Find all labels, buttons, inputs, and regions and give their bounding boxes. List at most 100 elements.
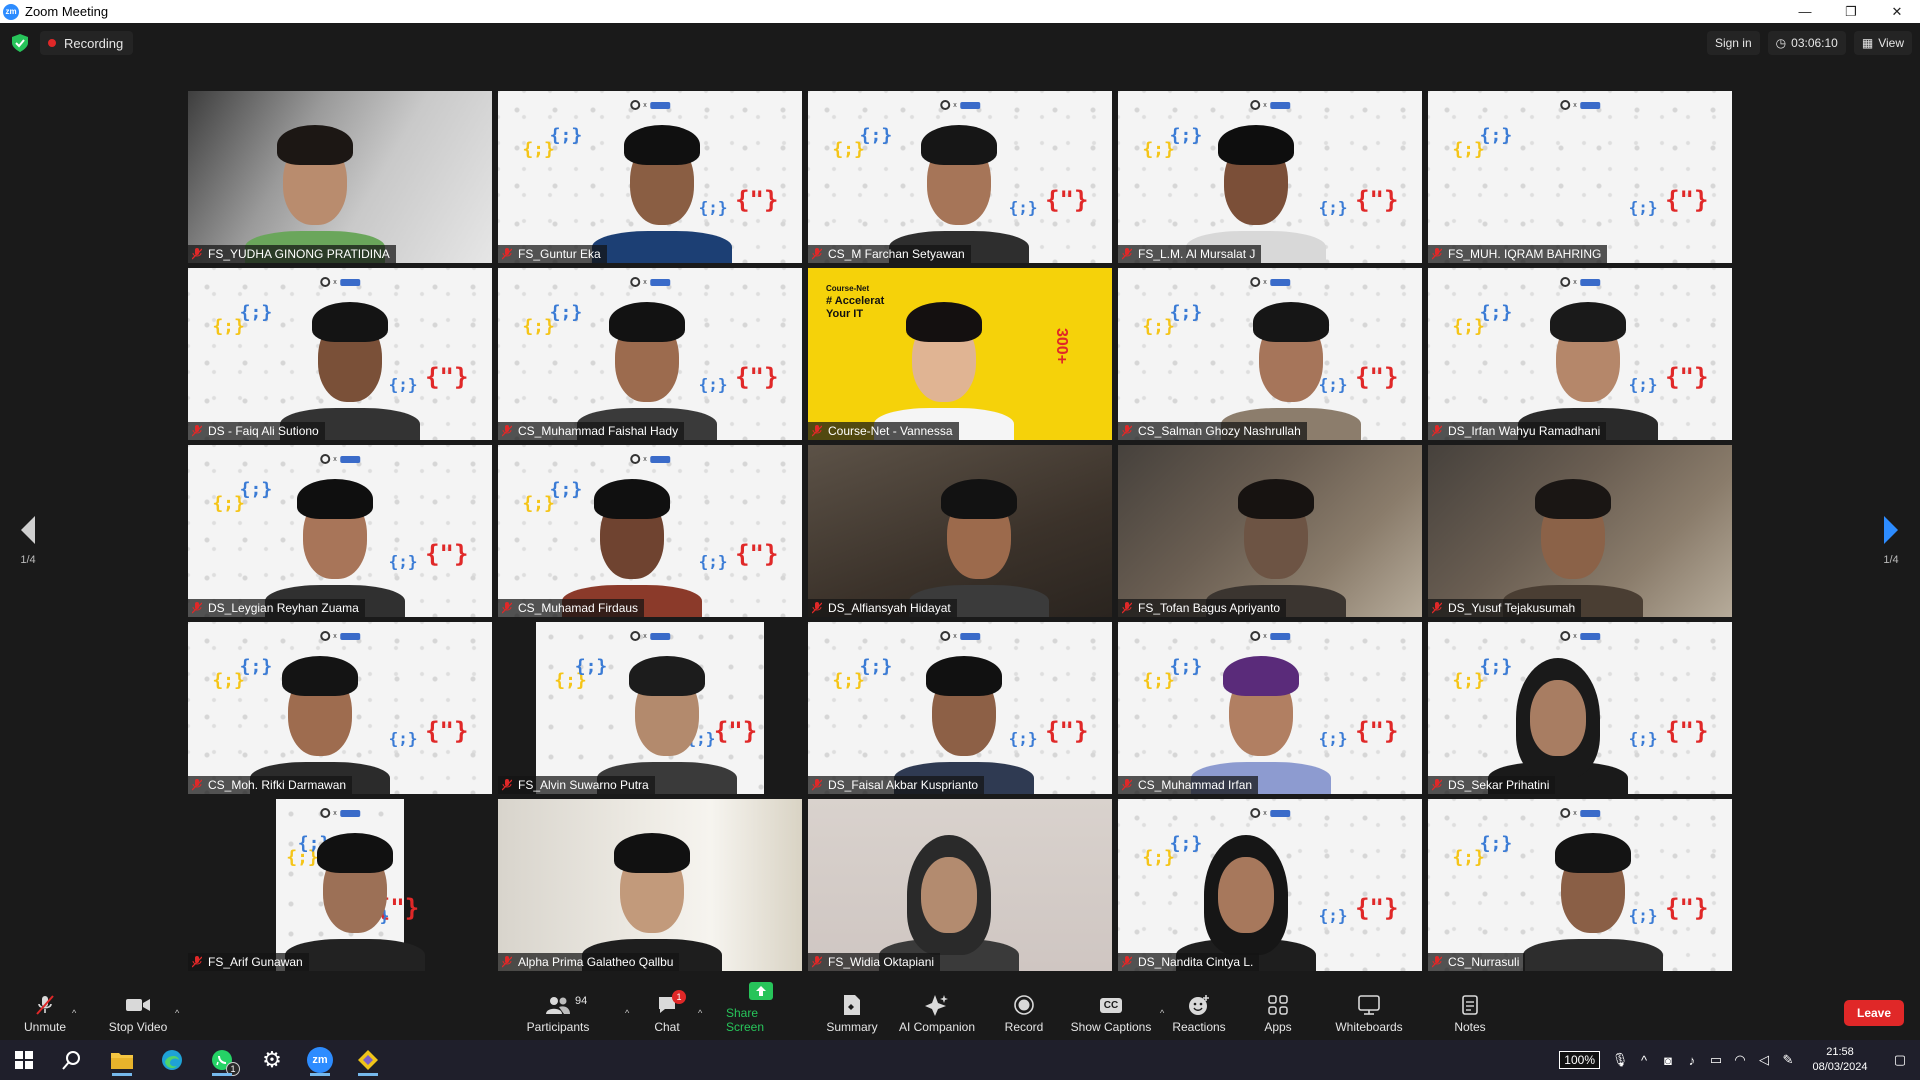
chat-icon: 1 ^ bbox=[654, 990, 702, 1018]
microphone-tray-icon[interactable]: 🎙 bbox=[1608, 1048, 1632, 1072]
whiteboards-button[interactable]: Whiteboards bbox=[1334, 982, 1404, 1040]
sign-in-button[interactable]: Sign in bbox=[1706, 31, 1760, 55]
previous-page-button[interactable]: 1/4 bbox=[13, 516, 43, 566]
summary-button[interactable]: Summary bbox=[826, 982, 878, 1040]
participant-tile[interactable]: x {;} {;} {"} {;} CS_Moh. Rifki Darmawan bbox=[188, 622, 492, 794]
zoom-app-icon: zm bbox=[3, 3, 19, 20]
participants-options-chevron-icon[interactable]: ^ bbox=[625, 1008, 629, 1018]
chat-button[interactable]: 1 ^ Chat bbox=[652, 982, 702, 1040]
search-icon[interactable] bbox=[52, 1044, 92, 1076]
apps-button[interactable]: Apps bbox=[1262, 982, 1294, 1040]
participant-name-label: DS_Nandita Cintya L. bbox=[1118, 953, 1260, 971]
notes-label: Notes bbox=[1454, 1020, 1486, 1034]
participant-tile[interactable]: x {;} {;} {"} {;} CS_Muhamad Firdaus bbox=[498, 445, 802, 617]
stop-video-button[interactable]: ^ Stop Video bbox=[106, 982, 179, 1040]
git-app-icon[interactable] bbox=[348, 1044, 388, 1076]
camera-tray-icon[interactable]: ◙ bbox=[1656, 1048, 1680, 1072]
video-camera-icon: ^ bbox=[125, 994, 179, 1018]
windows-start-icon[interactable] bbox=[4, 1044, 44, 1076]
participants-label: Participants bbox=[526, 1020, 590, 1034]
participant-tile[interactable]: x {;} {;} {"} {;} CS_Nurrasuli bbox=[1428, 799, 1732, 971]
chat-options-chevron-icon[interactable]: ^ bbox=[698, 1008, 702, 1018]
share-screen-label: Share Screen bbox=[726, 1006, 765, 1034]
leave-button[interactable]: Leave bbox=[1844, 1000, 1904, 1026]
settings-gear-icon[interactable]: ⚙ bbox=[252, 1044, 292, 1076]
windows-taskbar: 1 ⚙ zm 100% 🎙 ^ ◙ ♪ ▭ ◠ ◁ ✎ 21:58 08/03/… bbox=[0, 1040, 1920, 1080]
share-screen-button[interactable]: Share Screen bbox=[726, 982, 796, 1040]
reactions-button[interactable]: Reactions bbox=[1172, 982, 1226, 1040]
participants-button[interactable]: 94 ^ Participants bbox=[526, 982, 630, 1040]
participants-count: 94 bbox=[575, 995, 588, 1007]
recording-label: Recording bbox=[64, 35, 124, 51]
participant-name: DS_Nandita Cintya L. bbox=[1138, 955, 1254, 969]
battery-icon[interactable]: ▭ bbox=[1704, 1048, 1728, 1072]
participant-tile[interactable]: x {;} {;} {"} {;} CS_M Farchan Setyawan bbox=[808, 91, 1112, 263]
participant-tile[interactable]: x {;} {;} {"} {;} CS_Muhammad Irfan bbox=[1118, 622, 1422, 794]
participants-icon: 94 ^ bbox=[545, 994, 629, 1018]
unmute-button[interactable]: ^ Unmute bbox=[20, 982, 76, 1040]
next-page-button[interactable]: 1/4 bbox=[1876, 516, 1906, 566]
participant-name: CS_Muhammad Faishal Hady bbox=[518, 424, 679, 438]
participant-tile[interactable]: x {;} {;} {"} {;} DS_Irfan Wahyu Ramadhani bbox=[1428, 268, 1732, 440]
participant-tile[interactable]: FS_Widia Oktapiani bbox=[808, 799, 1112, 971]
participant-tile[interactable]: x{;}{;}{"}{;}FS_Arif Gunawan bbox=[188, 799, 492, 971]
notification-icon[interactable]: ▢ bbox=[1880, 1048, 1920, 1072]
edge-browser-icon[interactable] bbox=[152, 1044, 192, 1076]
participant-name-label: FS_L.M. Al Mursalat J bbox=[1118, 245, 1262, 263]
participant-tile[interactable]: x {;} {;} {"} {;} DS_Sekar Prihatini bbox=[1428, 622, 1732, 794]
participant-tile[interactable]: x {;} {;} {"} {;} FS_L.M. Al Mursalat J bbox=[1118, 91, 1422, 263]
whiteboards-label: Whiteboards bbox=[1335, 1020, 1403, 1034]
participant-tile[interactable]: FS_Tofan Bagus Apriyanto bbox=[1118, 445, 1422, 617]
participant-name-label: DS - Faiq Ali Sutiono bbox=[188, 422, 325, 440]
meeting-toolbar: ^ Unmute ^ Stop Video 94 ^ Participants … bbox=[0, 982, 1920, 1040]
unmute-options-chevron-icon[interactable]: ^ bbox=[72, 1008, 76, 1018]
show-captions-button[interactable]: CC ^ Show Captions bbox=[1070, 982, 1164, 1040]
muted-mic-icon bbox=[502, 248, 512, 260]
zoom-percent-indicator[interactable]: 100% bbox=[1559, 1051, 1600, 1069]
volume-icon[interactable]: ◁ bbox=[1752, 1048, 1776, 1072]
participant-tile[interactable]: x {;} {;} {"} {;} DS_Nandita Cintya L. bbox=[1118, 799, 1422, 971]
clock-icon: ◷ bbox=[1775, 36, 1787, 50]
captions-options-chevron-icon[interactable]: ^ bbox=[1160, 1008, 1164, 1018]
minimize-button[interactable]: — bbox=[1782, 0, 1828, 23]
video-options-chevron-icon[interactable]: ^ bbox=[175, 1008, 179, 1018]
notes-button[interactable]: Notes bbox=[1452, 982, 1488, 1040]
participant-name-label: DS_Alfiansyah Hidayat bbox=[808, 599, 957, 617]
participant-tile[interactable]: Alpha Prima Galatheo Qallbu bbox=[498, 799, 802, 971]
pen-icon[interactable]: ✎ bbox=[1776, 1048, 1800, 1072]
muted-mic-icon bbox=[1432, 779, 1442, 791]
participant-tile[interactable]: x {;} {;} {"} {;} FS_MUH. IQRAM BAHRING bbox=[1428, 91, 1732, 263]
system-clock[interactable]: 21:58 08/03/2024 bbox=[1800, 1045, 1880, 1075]
sparkle-icon bbox=[924, 994, 950, 1016]
close-button[interactable]: ✕ bbox=[1874, 0, 1920, 23]
participant-tile[interactable]: DS_Alfiansyah Hidayat bbox=[808, 445, 1112, 617]
participant-tile[interactable]: x {;} {;} {"} {;} DS_Faisal Akbar Kusprianto bbox=[808, 622, 1112, 794]
participant-video bbox=[1118, 622, 1422, 794]
view-button[interactable]: ▦ View bbox=[1853, 31, 1912, 55]
file-explorer-icon[interactable] bbox=[102, 1044, 142, 1076]
participant-tile[interactable]: FS_YUDHA GINONG PRATIDINA bbox=[188, 91, 492, 263]
restore-button[interactable]: ❐ bbox=[1828, 0, 1874, 23]
ai-companion-button[interactable]: AI Companion bbox=[898, 982, 976, 1040]
record-button[interactable]: Record bbox=[1004, 982, 1044, 1040]
participant-tile[interactable]: x {;} {;} {"} {;} DS_Leygian Reyhan Zuama bbox=[188, 445, 492, 617]
zoom-taskbar-icon[interactable]: zm bbox=[300, 1044, 340, 1076]
recording-indicator[interactable]: Recording bbox=[40, 31, 134, 55]
participant-tile[interactable]: x {;} {;} {"} {;} CS_Muhammad Faishal Hady bbox=[498, 268, 802, 440]
unmute-label: Unmute bbox=[23, 1020, 67, 1034]
participant-tile[interactable]: Course-Net # Accelerat Your IT 300+ Course-N… bbox=[808, 268, 1112, 440]
participant-tile[interactable]: x {;} {;} {"} {;} FS_Guntur Eka bbox=[498, 91, 802, 263]
participant-tile[interactable]: DS_Yusuf Tejakusumah bbox=[1428, 445, 1732, 617]
participant-name-label: DS_Faisal Akbar Kusprianto bbox=[808, 776, 985, 794]
chevron-up-icon[interactable]: ^ bbox=[1632, 1048, 1656, 1072]
participant-video bbox=[1118, 91, 1422, 263]
chat-unread-badge: 1 bbox=[672, 990, 686, 1004]
participant-tile[interactable]: x {;} {;} {"} {;} CS_Salman Ghozy Nashrullah bbox=[1118, 268, 1422, 440]
shield-icon[interactable] bbox=[12, 34, 28, 52]
participant-tile[interactable]: x {;} {;} {"} {;} DS - Faiq Ali Sutiono bbox=[188, 268, 492, 440]
participant-tile[interactable]: x {;} {;} {"} {;} FS_Alvin Suwarno Putra bbox=[498, 622, 802, 794]
muted-mic-icon bbox=[812, 425, 822, 437]
whatsapp-icon[interactable]: 1 bbox=[202, 1044, 242, 1076]
mic-tray-icon[interactable]: ♪ bbox=[1680, 1048, 1704, 1072]
wifi-icon[interactable]: ◠ bbox=[1728, 1048, 1752, 1072]
